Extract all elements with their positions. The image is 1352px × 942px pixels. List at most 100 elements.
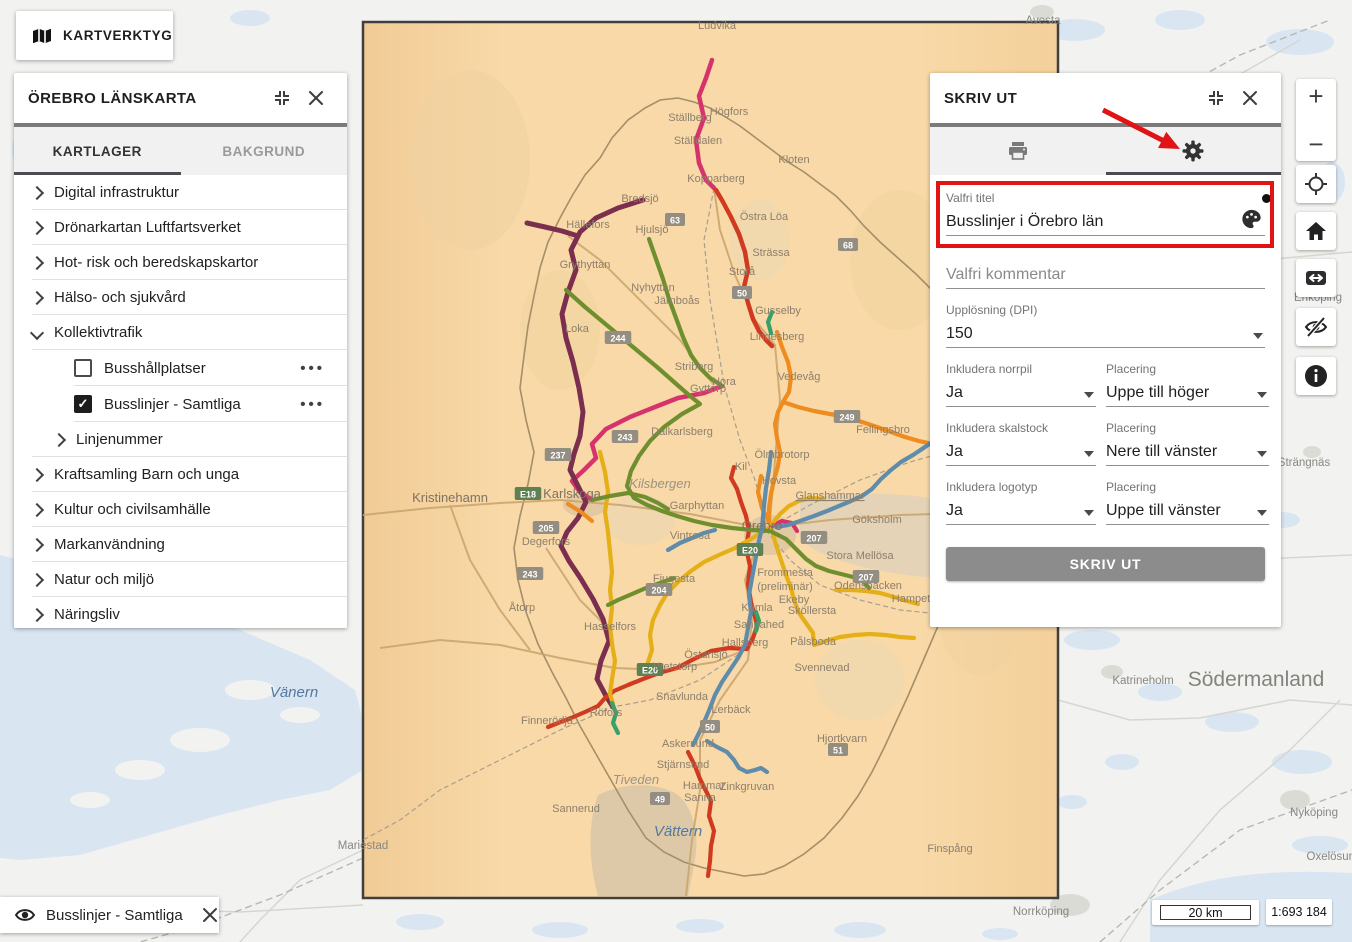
print-tab-printer[interactable] bbox=[930, 127, 1106, 175]
layer-item-bussh-llplatser[interactable]: Busshållplatser••• bbox=[14, 350, 347, 386]
svg-text:50: 50 bbox=[737, 289, 747, 299]
geolocate-button[interactable] bbox=[1296, 165, 1336, 203]
svg-text:E18: E18 bbox=[520, 490, 536, 500]
svg-text:51: 51 bbox=[833, 746, 843, 756]
layer-group-h-lso-och-sjukv-rd[interactable]: Hälso- och sjukvård bbox=[14, 280, 347, 315]
layer-group-digital-infrastruktur[interactable]: Digital infrastruktur bbox=[14, 175, 347, 210]
map-label: Röfors bbox=[590, 707, 623, 719]
layer-group-label: Hot- risk och beredskapskartor bbox=[54, 254, 258, 271]
chevron-right-icon bbox=[52, 432, 66, 446]
tab-kartlager[interactable]: KARTLAGER bbox=[14, 127, 181, 175]
map-label: Sannahed bbox=[734, 619, 784, 631]
palette-button[interactable] bbox=[1240, 208, 1263, 230]
layer-item-busslinjer-samtliga[interactable]: ✓Busslinjer - Samtliga••• bbox=[14, 386, 347, 422]
close-icon[interactable] bbox=[1233, 81, 1267, 115]
layer-group-markanv-ndning[interactable]: Markanvändning bbox=[14, 527, 347, 562]
checkbox-unchecked[interactable] bbox=[74, 359, 92, 377]
map-label: Vänern bbox=[270, 684, 318, 701]
print-comment-input[interactable]: Valfri kommentar bbox=[946, 258, 1265, 289]
checkbox-checked[interactable]: ✓ bbox=[74, 395, 92, 413]
map-label: Striberg bbox=[675, 361, 714, 373]
map-label: Snavlunda bbox=[656, 691, 709, 703]
map-label: Östansjö bbox=[684, 649, 727, 661]
svg-text:243: 243 bbox=[617, 433, 632, 443]
dropdown-caret-icon bbox=[1084, 392, 1094, 398]
dropdown-caret-icon bbox=[1257, 510, 1267, 516]
north-arrow-select[interactable]: Ja bbox=[946, 376, 1096, 407]
layers-panel-title: ÖREBRO LÄNSKARTA bbox=[28, 90, 265, 107]
active-layer-chip: Busslinjer - Samtliga bbox=[0, 897, 219, 933]
layer-group-kraftsamling-barn-och-unga[interactable]: Kraftsamling Barn och unga bbox=[14, 457, 347, 492]
map-label: Hällefors bbox=[566, 219, 610, 231]
collapse-icon[interactable] bbox=[1199, 81, 1233, 115]
layer-group-natur-och-milj[interactable]: Natur och miljö bbox=[14, 562, 347, 597]
logo-select[interactable]: Ja bbox=[946, 494, 1096, 525]
collapse-icon[interactable] bbox=[265, 81, 299, 115]
map-label: Odensbacken bbox=[834, 580, 902, 592]
map-label: Katrineholm bbox=[1112, 675, 1173, 687]
map-label: Vedevåg bbox=[778, 371, 821, 383]
layer-group-kollektivtrafik[interactable]: Kollektivtrafik bbox=[14, 315, 347, 350]
chevron-right-icon bbox=[30, 220, 44, 234]
layer-group-label: Markanvändning bbox=[54, 536, 165, 553]
scalebar-select[interactable]: Ja bbox=[946, 435, 1096, 466]
close-icon[interactable] bbox=[299, 81, 333, 115]
chevron-down-icon bbox=[30, 325, 44, 339]
layer-group-label: Digital infrastruktur bbox=[54, 184, 179, 201]
zoom-in-button[interactable]: + bbox=[1296, 85, 1336, 107]
scale-bar-label: 20 km bbox=[1160, 905, 1251, 920]
layer-group-hot-risk-och-beredskapskartor[interactable]: Hot- risk och beredskapskartor bbox=[14, 245, 347, 280]
map-label: Strängnäs bbox=[1278, 457, 1331, 469]
active-layer-label: Busslinjer - Samtliga bbox=[46, 907, 183, 924]
map-label: Gusselby bbox=[755, 305, 801, 317]
map-label: Hjulsjö bbox=[635, 224, 668, 236]
print-title-input[interactable]: Busslinjer i Örebro län bbox=[946, 205, 1265, 236]
north-arrow-placement-select[interactable]: Uppe till höger bbox=[1106, 376, 1269, 407]
info-button[interactable] bbox=[1296, 357, 1336, 395]
dropdown-caret-icon bbox=[1253, 333, 1263, 339]
zoom-out-button[interactable]: − bbox=[1296, 133, 1336, 155]
print-tab-settings[interactable] bbox=[1106, 127, 1282, 175]
dpi-label: Upplösning (DPI) bbox=[946, 303, 1265, 317]
map-label: Stora Mellösa bbox=[826, 550, 894, 562]
more-options-icon[interactable]: ••• bbox=[300, 396, 325, 413]
dpi-select[interactable]: 150 bbox=[946, 317, 1265, 348]
home-icon bbox=[1304, 220, 1328, 242]
map-label: Kumla bbox=[741, 602, 773, 614]
map-label: Kilsbergen bbox=[629, 476, 690, 491]
print-button[interactable]: SKRIV UT bbox=[946, 547, 1265, 581]
layer-group-kultur-och-civilsamh-lle[interactable]: Kultur och civilsamhälle bbox=[14, 492, 347, 527]
map-label: Sköllersta bbox=[788, 605, 837, 617]
gear-icon bbox=[1181, 139, 1205, 163]
svg-text:237: 237 bbox=[550, 451, 565, 461]
tab-bakgrund[interactable]: BAKGRUND bbox=[181, 127, 348, 175]
layer-group-label: Drönarkartan Luftfartsverket bbox=[54, 219, 241, 236]
hide-ui-button[interactable] bbox=[1296, 308, 1336, 346]
map-label: Södermanland bbox=[1188, 668, 1325, 691]
chevron-right-icon bbox=[30, 607, 44, 621]
logo-label: Inkludera logotyp bbox=[946, 480, 1096, 494]
scalebar-placement-select[interactable]: Nere till vänster bbox=[1106, 435, 1269, 466]
chevron-right-icon bbox=[30, 537, 44, 551]
layer-group-n-ringsliv[interactable]: Näringsliv bbox=[14, 597, 347, 628]
layers-list: Digital infrastruktur Drönarkartan Luftfa… bbox=[14, 175, 347, 628]
eye-icon[interactable] bbox=[14, 906, 36, 924]
map-label: Loka bbox=[565, 323, 590, 335]
previous-extent-button[interactable] bbox=[1296, 259, 1336, 297]
map-label: Frommesta bbox=[757, 567, 814, 579]
map-label: Åtorp bbox=[509, 601, 535, 614]
more-options-icon[interactable]: ••• bbox=[300, 360, 325, 377]
layer-group-dr-narkartan-luftfartsverket[interactable]: Drönarkartan Luftfartsverket bbox=[14, 210, 347, 245]
kartverktyg-button[interactable]: KARTVERKTYG bbox=[16, 11, 173, 60]
map-label: Sanna bbox=[684, 792, 717, 804]
map-label: Ställdalen bbox=[674, 135, 722, 147]
logo-placement-select[interactable]: Uppe till vänster bbox=[1106, 494, 1269, 525]
app-screen: 636850244243243237205249207207204514950E… bbox=[0, 0, 1352, 942]
layer-group-linjenummer[interactable]: Linjenummer bbox=[14, 422, 347, 457]
map-label: Ställberg bbox=[668, 112, 711, 124]
close-icon[interactable] bbox=[201, 906, 219, 924]
dropdown-caret-icon bbox=[1257, 392, 1267, 398]
layer-group-label: Kollektivtrafik bbox=[54, 324, 142, 341]
home-button[interactable] bbox=[1296, 212, 1336, 250]
kartverktyg-label: KARTVERKTYG bbox=[63, 28, 172, 43]
